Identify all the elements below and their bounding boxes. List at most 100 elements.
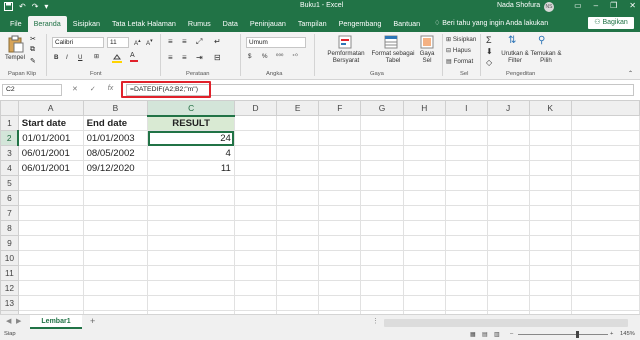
cell[interactable]	[402, 190, 446, 206]
cell[interactable]	[528, 250, 572, 266]
horizontal-scrollbar[interactable]	[384, 319, 628, 327]
cell[interactable]	[402, 130, 446, 146]
column-header[interactable]: D	[233, 100, 278, 116]
tab-home[interactable]: Beranda	[27, 16, 67, 32]
cell[interactable]: 06/01/2001	[17, 145, 84, 161]
row-header[interactable]: 1	[0, 115, 19, 131]
delete-cells-button[interactable]: ⊟ Hapus	[446, 47, 471, 54]
cell[interactable]	[486, 265, 530, 281]
cell[interactable]	[528, 175, 572, 191]
format-cells-button[interactable]: ▤ Format	[446, 58, 473, 65]
tab-view[interactable]: Tampilan	[292, 16, 333, 32]
find-select-label[interactable]: Temukan & Pilih	[530, 50, 562, 64]
zoom-slider[interactable]	[518, 334, 608, 335]
cell[interactable]	[486, 190, 530, 206]
cell[interactable]	[570, 220, 640, 236]
maximize-icon[interactable]: ❐	[610, 1, 617, 10]
cell[interactable]	[402, 250, 446, 266]
cell[interactable]	[17, 280, 84, 296]
cell[interactable]	[17, 235, 84, 251]
cell[interactable]	[17, 295, 84, 311]
cell[interactable]	[17, 175, 84, 191]
cell[interactable]	[318, 280, 362, 296]
select-all-corner[interactable]	[0, 100, 19, 116]
column-header[interactable]: K	[528, 100, 572, 116]
cell[interactable]	[233, 145, 278, 161]
cell[interactable]	[233, 280, 278, 296]
comma-icon[interactable]: ⁰⁰⁰	[276, 53, 283, 60]
cell[interactable]	[318, 220, 362, 236]
scroll-tabs-right-icon[interactable]: ▶	[16, 317, 21, 325]
align-middle-icon[interactable]: ≡	[182, 37, 187, 46]
orientation-icon[interactable]: ⤢	[196, 37, 202, 47]
cell[interactable]: RESULT	[147, 115, 235, 131]
tab-page-layout[interactable]: Tata Letak Halaman	[106, 16, 182, 32]
sheet-tab[interactable]: Lembar1	[30, 315, 82, 329]
shrink-font-icon[interactable]: A▾	[146, 38, 153, 47]
cell[interactable]	[444, 175, 488, 191]
cell[interactable]	[17, 205, 84, 221]
align-top-icon[interactable]: ≡	[168, 37, 173, 46]
cell[interactable]	[276, 205, 320, 221]
cell[interactable]	[360, 130, 404, 146]
cell[interactable]	[318, 265, 362, 281]
cell[interactable]	[82, 265, 149, 281]
cell[interactable]: 01/01/2001	[17, 130, 84, 146]
cell[interactable]	[233, 160, 278, 176]
italic-button[interactable]: I	[66, 54, 68, 61]
cell[interactable]	[318, 130, 362, 146]
cell[interactable]	[318, 190, 362, 206]
cell[interactable]	[360, 265, 404, 281]
cell[interactable]	[486, 250, 530, 266]
column-header[interactable]: B	[82, 100, 149, 116]
conditional-formatting-icon[interactable]	[338, 35, 352, 51]
minimize-icon[interactable]: –	[594, 1, 598, 10]
share-button[interactable]: ⚇ Bagikan	[588, 17, 634, 29]
cell[interactable]: Start date	[17, 115, 84, 131]
cell[interactable]	[318, 175, 362, 191]
column-header[interactable]: C	[147, 100, 235, 117]
cell[interactable]	[276, 250, 320, 266]
cell[interactable]	[528, 190, 572, 206]
decimal-icon[interactable]: ⁺⁰	[292, 53, 298, 60]
cell[interactable]	[233, 130, 278, 146]
cell[interactable]	[570, 190, 640, 206]
tab-data[interactable]: Data	[217, 16, 244, 32]
cell[interactable]	[17, 250, 84, 266]
cell-styles-label[interactable]: Gaya Sel	[416, 50, 438, 64]
cell[interactable]	[318, 235, 362, 251]
cell[interactable]	[570, 115, 640, 131]
cell[interactable]	[444, 265, 488, 281]
cell[interactable]	[318, 160, 362, 176]
cell[interactable]	[486, 130, 530, 146]
percent-icon[interactable]: %	[262, 53, 268, 60]
cell[interactable]	[528, 130, 572, 146]
cell[interactable]	[82, 220, 149, 236]
column-header[interactable]: E	[276, 100, 320, 116]
page-break-view-icon[interactable]: ▥	[494, 331, 500, 338]
column-header[interactable]: H	[402, 100, 446, 116]
cell[interactable]	[570, 130, 640, 146]
zoom-level[interactable]: 145%	[620, 331, 635, 337]
cell[interactable]	[82, 250, 149, 266]
currency-icon[interactable]: $	[248, 53, 251, 60]
cell[interactable]	[233, 175, 278, 191]
bold-button[interactable]: B	[54, 54, 58, 61]
row-header[interactable]: 2	[0, 130, 20, 146]
cell[interactable]: 01/01/2003	[82, 130, 149, 146]
row-header[interactable]: 13	[0, 295, 19, 311]
font-name-select[interactable]: Calibri	[52, 37, 104, 48]
format-as-table-icon[interactable]	[384, 35, 398, 51]
align-left-icon[interactable]: ≡	[168, 53, 173, 62]
cell[interactable]	[147, 220, 235, 236]
cell[interactable]	[528, 265, 572, 281]
cell[interactable]	[360, 205, 404, 221]
cell[interactable]	[360, 115, 404, 131]
cell[interactable]	[276, 220, 320, 236]
cell[interactable]	[402, 235, 446, 251]
format-painter-icon[interactable]: ✎	[30, 57, 36, 65]
cell[interactable]	[528, 220, 572, 236]
cell[interactable]	[318, 295, 362, 311]
cell[interactable]	[486, 205, 530, 221]
cell[interactable]	[402, 145, 446, 161]
